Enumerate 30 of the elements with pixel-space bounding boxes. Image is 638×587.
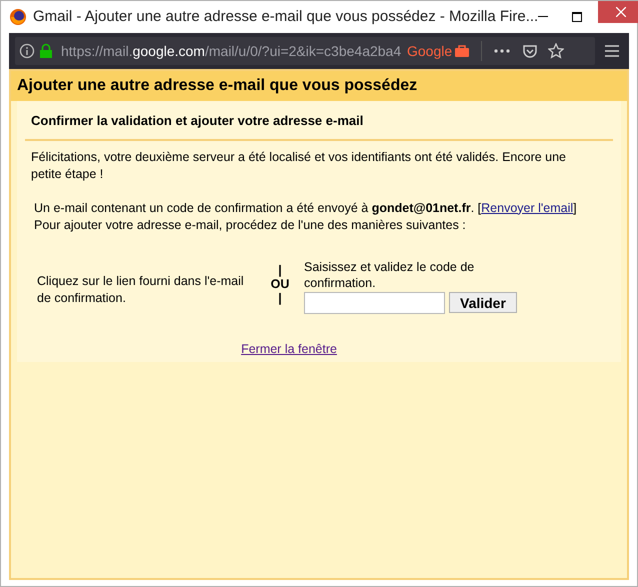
close-button[interactable]	[598, 1, 638, 23]
resend-email-link[interactable]: Renvoyer l'email	[481, 200, 574, 214]
info-icon[interactable]	[19, 43, 35, 59]
container-label: Google	[407, 42, 452, 61]
or-label: OU	[270, 276, 290, 290]
instructions-text: Pour ajouter votre adresse e-mail, procédez de l'une des manières suivantes :	[34, 216, 467, 234]
section-heading: Confirmer la validation et ajouter votre adresse e-mail	[31, 112, 364, 130]
briefcase-icon	[455, 45, 470, 57]
padlock-icon	[39, 43, 53, 59]
pocket-icon[interactable]	[522, 43, 538, 59]
close-window-link[interactable]: Fermer la fenêtre	[241, 340, 337, 358]
url-text[interactable]: https://mail.google.com/mail/u/0/?ui=2&ik=c3be4a2ba4	[61, 40, 401, 62]
menu-icon[interactable]	[605, 45, 619, 57]
close-icon	[616, 7, 626, 17]
code-input-field[interactable]	[304, 292, 445, 314]
maximize-icon[interactable]	[572, 12, 582, 22]
separator-text: |	[278, 262, 282, 276]
validate-button[interactable]: Valider	[449, 292, 517, 312]
more-icon[interactable]	[494, 49, 510, 53]
option-link-text: Cliquez sur le lien fourni dans l'e-mail de confirmation.	[37, 272, 245, 306]
intro-text: Félicitations, votre deuxième serveur a été localisé et vos identifiants ont été validés. Encore une petite étape !	[31, 148, 568, 182]
browser-logo-icon	[9, 8, 27, 26]
confirmation-sent-text: Un e-mail contenant un code de confirmation a été envoyé à gondet@01net.fr. [Renvoyer l'email]	[34, 200, 578, 216]
star-icon[interactable]	[548, 43, 564, 59]
address-bar[interactable]: https://mail.google.com/mail/u/0/?ui=2&ik=c3be4a2ba4 Google	[15, 37, 595, 65]
window-title: Gmail - Ajouter une autre adresse e-mail que vous possédez - Mozilla Fire...	[33, 6, 538, 27]
minimize-icon[interactable]	[538, 16, 548, 18]
page-heading: Ajouter une autre adresse e-mail que vous possédez	[17, 76, 418, 96]
separator-text: |	[278, 290, 282, 304]
option-code-text: Saisissez et validez le code de confirmation.	[304, 258, 476, 290]
